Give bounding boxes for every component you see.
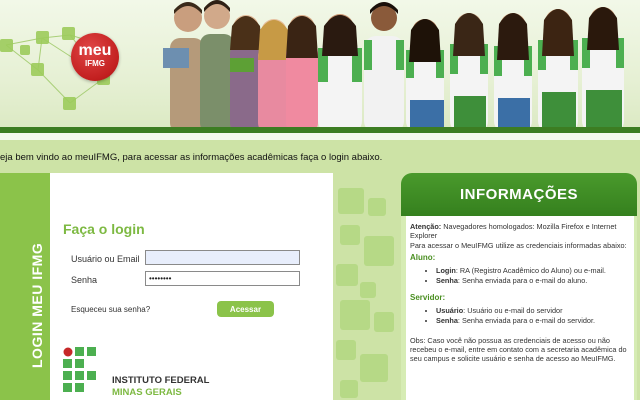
welcome-message: eja bem vindo ao meuIFMG, para acessar a… (0, 152, 383, 163)
decor-square (62, 27, 75, 40)
password-input[interactable] (145, 271, 300, 286)
decor-square (36, 31, 49, 44)
header-banner: meu IFMG (0, 0, 640, 133)
institution-name-line1: INSTITUTO FEDERAL (112, 375, 210, 386)
decor-square (0, 39, 13, 52)
staff-list: Usuário: Usuário ou e-mail do servidor S… (410, 306, 631, 326)
student-heading: Aluno: (410, 252, 436, 262)
list-item: Usuário: Usuário ou e-mail do servidor (436, 306, 631, 315)
info-panel: INFORMAÇÕES Atenção: Navegadores homolog… (401, 173, 637, 400)
staff-heading: Servidor: (410, 292, 446, 302)
list-item: Senha: Senha enviada para o e-mail do se… (436, 316, 631, 325)
header-divider-light (0, 133, 640, 140)
login-submit-button[interactable]: Acessar (217, 301, 274, 317)
forgot-password-link[interactable]: Esqueceu sua senha? (71, 305, 150, 314)
access-note: Obs: Caso você não possua as credenciais… (410, 335, 627, 364)
meu-ifmg-logo[interactable]: meu IFMG (71, 33, 119, 81)
password-label: Senha (71, 275, 98, 285)
decor-square (31, 63, 44, 76)
list-item: Login: RA (Registro Acadêmico do Aluno) … (436, 266, 631, 275)
username-label: Usuário ou Email (71, 254, 140, 264)
username-input[interactable] (145, 250, 300, 265)
attention-text: Atenção: Navegadores homologados: Mozill… (410, 222, 617, 241)
info-panel-body: Atenção: Navegadores homologados: Mozill… (406, 216, 634, 400)
institution-name-line2: MINAS GERAIS (112, 387, 182, 398)
student-list: Login: RA (Registro Acadêmico do Aluno) … (410, 266, 631, 286)
info-panel-title: INFORMAÇÕES (401, 173, 637, 216)
decor-square (20, 45, 30, 55)
login-side-label: LOGIN MEU IFMG (29, 242, 45, 368)
ifmg-institution-logo (63, 347, 96, 392)
list-item: Senha: Senha enviada para o e-mail do al… (436, 276, 631, 285)
login-title: Faça o login (63, 221, 145, 237)
credentials-text: Para acessar o MeuIFMG utilize as creden… (410, 240, 627, 250)
students-photo (163, 0, 624, 133)
decor-square (63, 97, 76, 110)
